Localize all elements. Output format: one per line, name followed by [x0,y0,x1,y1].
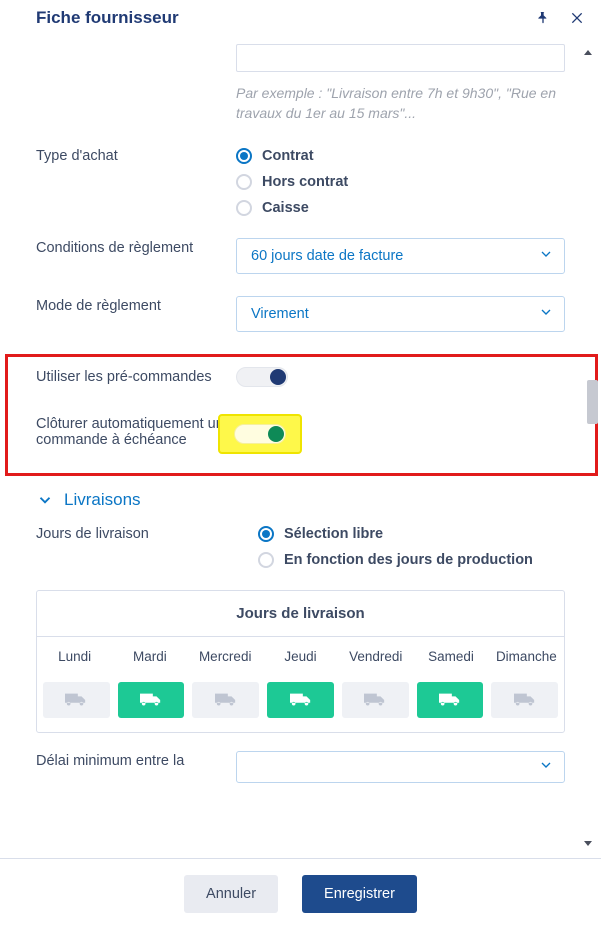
scrollbar-thumb[interactable] [587,380,598,424]
purchase-type-contrat[interactable]: Contrat [236,148,565,164]
chevron-down-icon [538,246,554,266]
day-tile-lundi[interactable] [43,682,110,718]
day-header: Mardi [112,637,187,676]
day-tile-mercredi[interactable] [192,682,259,718]
pin-icon[interactable] [533,8,553,28]
note-textarea[interactable] [236,44,565,72]
note-hint: Par exemple : "Livraison entre 7h et 9h3… [236,83,565,124]
day-tile-dimanche[interactable] [491,682,558,718]
preorders-label: Utiliser les pré-commandes [36,367,236,385]
chevron-down-icon [538,304,554,324]
radio-label: Contrat [262,148,314,164]
day-header: Samedi [413,637,488,676]
radio-label: Caisse [262,200,309,216]
min-delay-select[interactable] [236,751,565,783]
chevron-down-icon [538,757,554,777]
purchase-type-caisse[interactable]: Caisse [236,200,565,216]
delivery-days-card: Jours de livraison Lundi Mardi Mercredi … [36,590,565,733]
select-value: 60 jours date de facture [251,248,403,264]
conditions-label: Conditions de règlement [36,238,236,256]
day-tile-jeudi[interactable] [267,682,334,718]
highlighted-settings-area: Utiliser les pré-commandes Clôturer auto… [5,354,598,476]
mode-select[interactable]: Virement [236,296,565,332]
delivery-days-label: Jours de livraison [36,524,236,542]
cancel-button[interactable]: Annuler [184,875,278,913]
day-header: Mercredi [188,637,263,676]
delivery-days-production[interactable]: En fonction des jours de production [258,552,565,568]
radio-label: Hors contrat [262,174,348,190]
autoclose-toggle-highlight [218,414,302,454]
day-tile-vendredi[interactable] [342,682,409,718]
day-tile-mardi[interactable] [118,682,185,718]
panel-title: Fiche fournisseur [36,8,179,28]
scroll-down-icon[interactable] [581,836,595,850]
select-value: Virement [251,306,309,322]
day-header: Jeudi [263,637,338,676]
close-icon[interactable] [567,8,587,28]
autoclose-label: Clôturer automatiquement une commande à … [36,414,236,448]
min-delay-label: Délai minimum entre la [36,751,236,769]
autoclose-toggle[interactable] [234,424,286,444]
purchase-type-label: Type d'achat [36,146,236,164]
day-header: Dimanche [489,637,564,676]
section-title: Livraisons [64,490,141,510]
radio-label: En fonction des jours de production [284,552,533,568]
day-tile-samedi[interactable] [417,682,484,718]
day-header: Lundi [37,637,112,676]
day-header: Vendredi [338,637,413,676]
preorders-toggle[interactable] [236,367,288,387]
mode-label: Mode de règlement [36,296,236,314]
purchase-type-hors-contrat[interactable]: Hors contrat [236,174,565,190]
radio-label: Sélection libre [284,526,383,542]
days-card-title: Jours de livraison [37,591,564,637]
conditions-select[interactable]: 60 jours date de facture [236,238,565,274]
section-deliveries-header[interactable]: Livraisons [36,490,591,510]
delivery-days-free[interactable]: Sélection libre [258,526,565,542]
save-button[interactable]: Enregistrer [302,875,417,913]
